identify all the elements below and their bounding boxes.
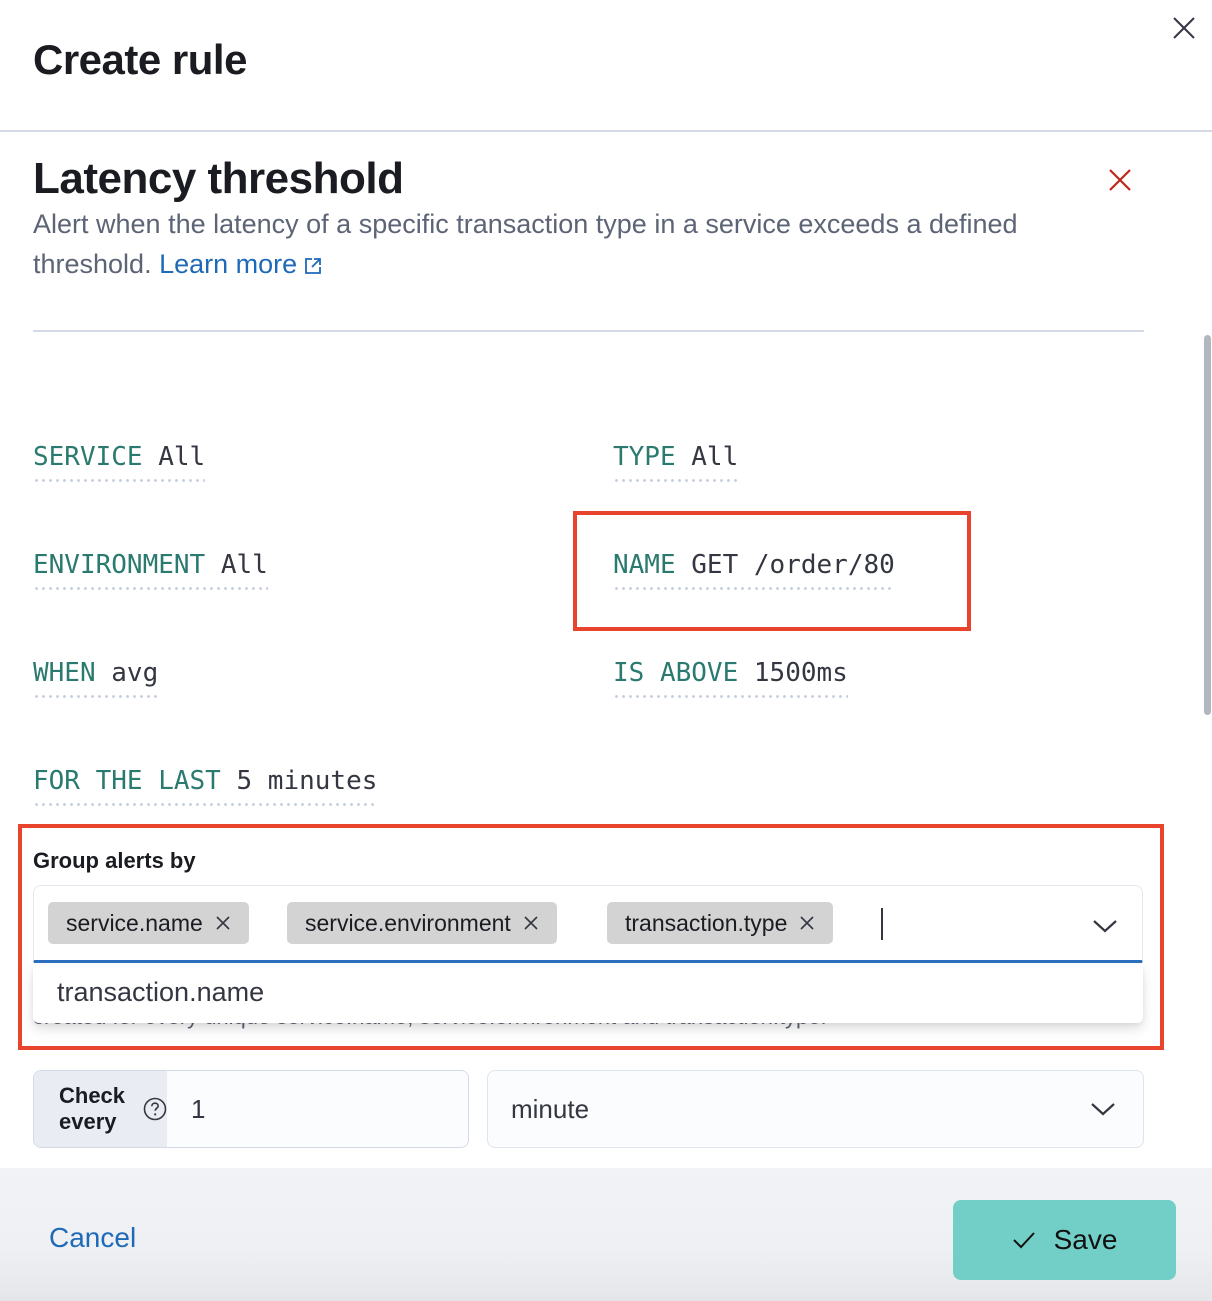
expression-environment[interactable]: ENVIRONMENT All — [33, 550, 268, 590]
select-toggle — [1087, 1093, 1119, 1125]
page-title: Create rule — [33, 36, 247, 83]
expression-keyword: SERVICE — [33, 442, 143, 472]
flyout-footer: Cancel Save — [0, 1168, 1212, 1301]
remove-pill-button[interactable] — [799, 915, 815, 931]
group-by-option[interactable]: transaction.name — [57, 977, 264, 1008]
save-button[interactable]: Save — [953, 1200, 1176, 1280]
cancel-button[interactable]: Cancel — [49, 1222, 136, 1254]
external-link-icon — [305, 258, 322, 274]
expression-value: 1500ms — [753, 658, 848, 688]
check-unit-select[interactable]: minute — [487, 1070, 1144, 1148]
expression-keyword: IS ABOVE — [613, 658, 739, 688]
expression-value: All — [220, 550, 268, 580]
expression-name[interactable]: NAME GET /order/80 — [613, 550, 895, 590]
save-label: Save — [1053, 1224, 1118, 1255]
remove-rule-type-button[interactable] — [1104, 164, 1136, 196]
expression-keyword: ENVIRONMENT — [33, 550, 206, 580]
check-icon — [1012, 1230, 1036, 1250]
group-by-pill: service.name — [48, 902, 249, 944]
close-button[interactable] — [1168, 12, 1200, 44]
remove-pill-button[interactable] — [523, 915, 539, 931]
group-by-combobox[interactable]: service.name service.environment transac… — [33, 885, 1143, 963]
group-by-options-list: transaction.name — [33, 965, 1143, 1023]
pill-label: service.name — [66, 909, 203, 936]
help-button[interactable] — [143, 1097, 167, 1121]
close-icon — [216, 916, 230, 930]
check-unit-value: minute — [511, 1093, 590, 1124]
expression-type[interactable]: TYPE All — [613, 442, 739, 482]
expression-keyword: TYPE — [613, 442, 676, 472]
group-by-pill: service.environment — [287, 902, 557, 944]
learn-more-link[interactable]: Learn more — [159, 249, 323, 279]
close-icon — [524, 916, 538, 930]
close-icon — [1173, 17, 1195, 39]
remove-pill-button[interactable] — [215, 915, 231, 931]
expression-value: All — [158, 442, 206, 472]
chevron-down-icon — [1093, 920, 1117, 933]
check-every-label: Check every — [59, 1083, 126, 1134]
group-by-pill: transaction.type — [607, 902, 834, 944]
flyout-body: Latency threshold Alert when the latency… — [0, 134, 1212, 1168]
expression-is-above[interactable]: IS ABOVE 1500ms — [613, 658, 848, 698]
expression-value: 5 minutes — [236, 766, 378, 796]
cross-icon — [1109, 169, 1131, 191]
text-cursor — [881, 908, 883, 940]
check-every-group: Check every — [33, 1070, 469, 1148]
expression-keyword: FOR THE LAST — [33, 766, 221, 796]
expression-keyword: WHEN — [33, 658, 96, 688]
flyout-header: Create rule — [0, 0, 1212, 132]
group-by-label: Group alerts by — [33, 848, 196, 873]
check-every-label-wrap: Check every — [34, 1071, 168, 1147]
question-circle-icon — [143, 1097, 167, 1121]
rule-description: Alert when the latency of a specific tra… — [33, 204, 1143, 284]
check-interval-input[interactable] — [167, 1071, 468, 1147]
expression-keyword: NAME — [613, 550, 676, 580]
scrollbar-thumb[interactable] — [1204, 335, 1211, 715]
expression-value: GET /order/80 — [691, 550, 895, 580]
learn-more-label: Learn more — [159, 249, 298, 279]
section-divider — [33, 330, 1144, 332]
expression-value: All — [691, 442, 739, 472]
expression-when[interactable]: WHEN avg — [33, 658, 159, 698]
combobox-toggle-button[interactable] — [1089, 910, 1121, 942]
pill-label: service.environment — [305, 909, 511, 936]
chevron-down-icon — [1091, 1103, 1115, 1116]
expression-for-the-last[interactable]: FOR THE LAST 5 minutes — [33, 766, 378, 806]
expression-value: avg — [111, 658, 159, 688]
rule-type-title: Latency threshold — [33, 154, 404, 203]
pill-label: transaction.type — [625, 909, 788, 936]
expression-service[interactable]: SERVICE All — [33, 442, 206, 482]
close-icon — [800, 916, 814, 930]
